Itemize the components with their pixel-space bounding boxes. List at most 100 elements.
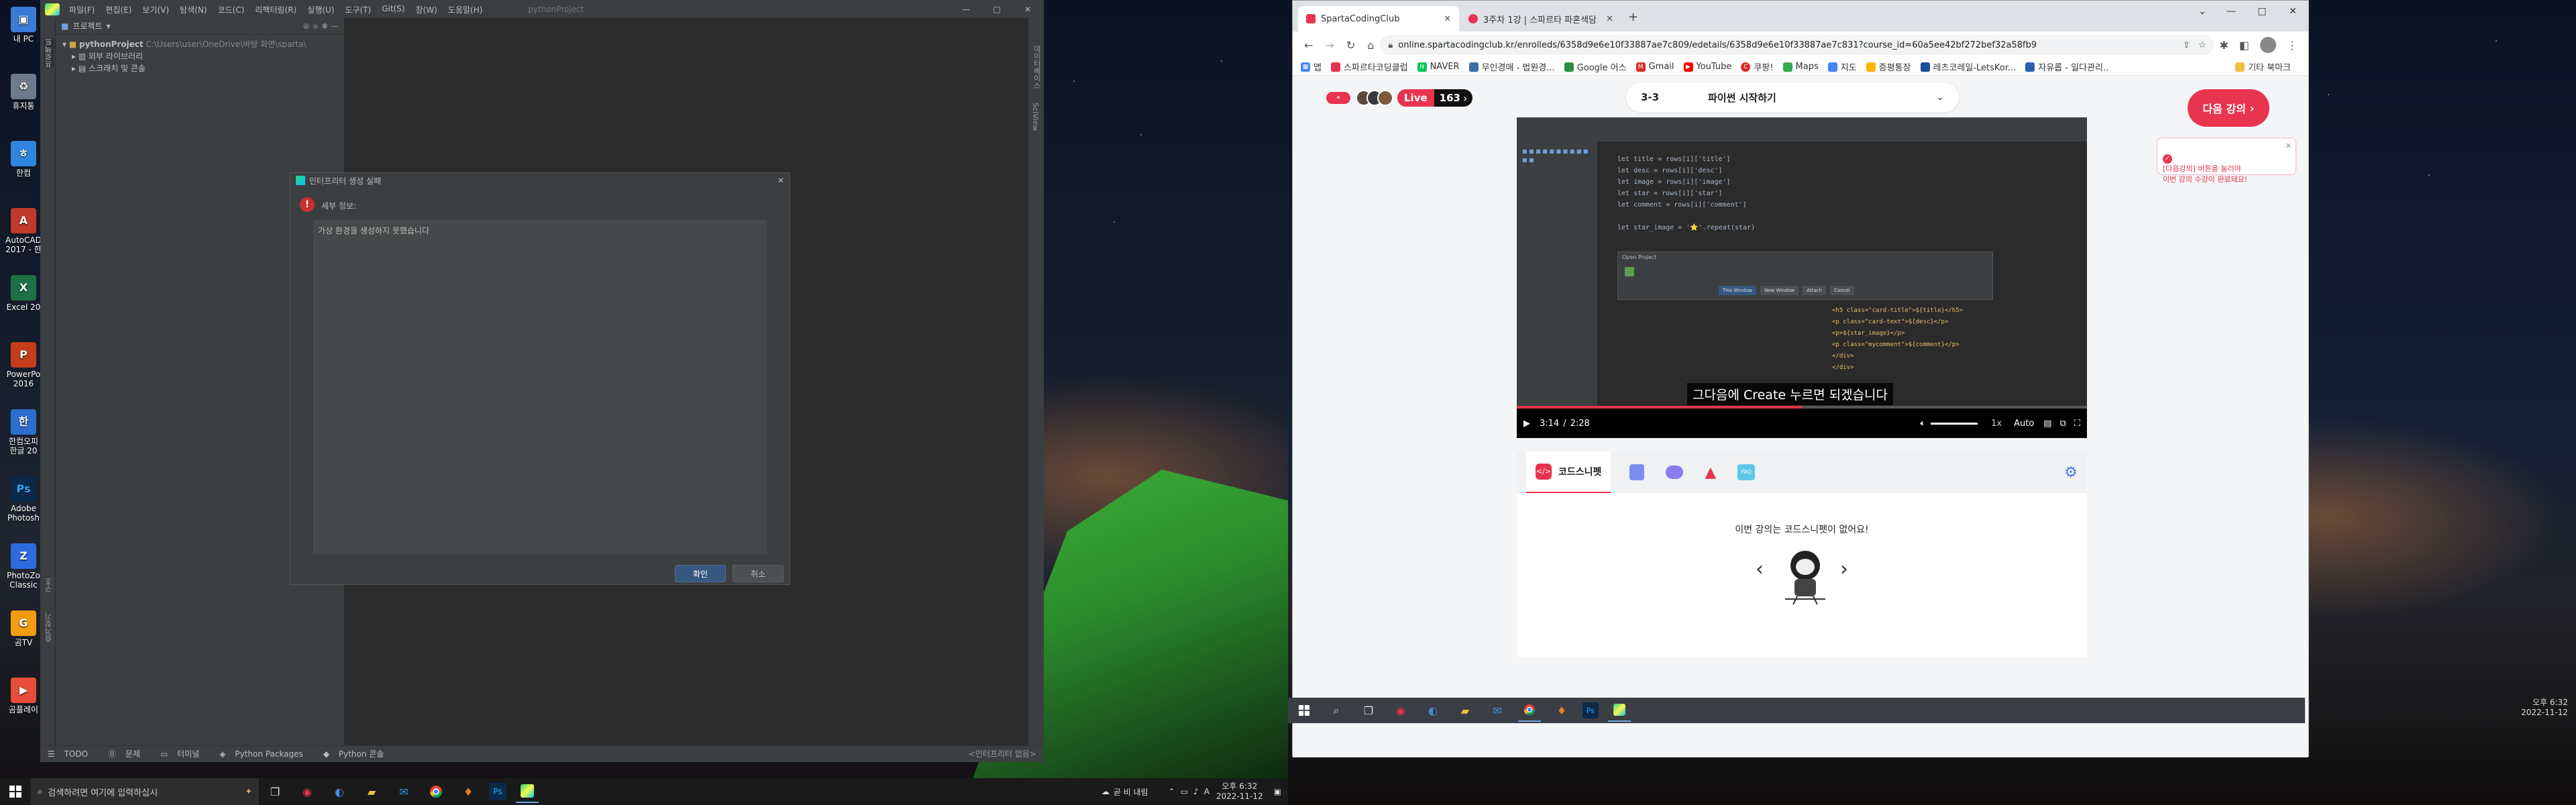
bookmark-star-icon[interactable]: ☆ [2198,40,2206,50]
menu-refactor[interactable]: 리팩터링(R) [255,4,297,15]
volume-icon[interactable]: ♪ [1193,787,1199,796]
mail-icon[interactable]: ✉ [392,780,415,803]
mail-icon[interactable]: ✉ [1486,699,1509,722]
new-tab-button[interactable]: + [1628,10,1638,24]
menu-file[interactable]: 파일(F) [69,4,95,15]
tree-item-libraries[interactable]: ▸ ▥ 외부 라이브러리 [62,50,337,62]
photoshop-taskbar-icon[interactable]: Ps [1582,702,1599,718]
tree-item-scratches[interactable]: ▸ ▤ 스크래치 및 콘솔 [62,62,337,74]
menu-tools[interactable]: 도구(T) [345,4,371,15]
cancel-button[interactable]: 취소 [733,565,784,582]
menu-window[interactable]: 창(W) [416,4,437,15]
network-icon[interactable]: ▭ [1181,787,1188,796]
menu-git[interactable]: Git(S) [382,4,405,15]
maximize-icon[interactable]: □ [2247,6,2277,17]
extensions-icon[interactable]: ✱ [2219,39,2228,52]
task-view-icon[interactable]: ❐ [1357,699,1380,722]
share-icon[interactable]: ⇪ [2183,40,2190,50]
speed-button[interactable]: 1x [1991,419,2002,429]
desktop-icon-8[interactable]: Z PhotoZo Classic [4,543,43,590]
menu-run[interactable]: 실행(U) [307,4,334,15]
menu-view[interactable]: 보기(V) [142,4,169,15]
forward-icon[interactable]: → [1325,39,1334,52]
close-icon[interactable]: ✕ [777,176,784,185]
quality-button[interactable]: Auto [2014,419,2034,429]
captions-icon[interactable]: ▤ [2043,419,2051,429]
desktop-icon-10[interactable]: ▶ 곰플레이 [4,678,43,714]
details-textarea[interactable]: 가상 환경을 생성하지 못했습니다 [313,220,767,554]
task-view-icon[interactable]: ❐ [264,780,286,803]
project-view-selector[interactable]: 프로젝트 [72,20,102,32]
spartacoding-icon[interactable]: ◉ [296,780,319,803]
ime-indicator[interactable]: A [1204,787,1210,796]
bookmark-1[interactable]: 스파르타코딩클럽 [1330,60,1408,73]
tree-root[interactable]: ▾ ■ pythonProject C:\Users\user\OneDrive… [62,38,337,50]
python-packages-tab[interactable]: ◈ Python Packages [219,749,309,759]
chevron-up-icon[interactable]: ⌃ [1169,787,1175,796]
close-icon[interactable]: ✕ [1012,5,1043,14]
edge-icon[interactable]: ◐ [328,780,351,803]
tab-favorites[interactable]: 즐겨찾기 [44,612,54,642]
desktop-icon-6[interactable]: 한 한컴오피 한글 20 [4,409,43,455]
spartacoding-icon[interactable]: ◉ [1389,699,1412,722]
bookmark-9[interactable]: 지도 [1827,60,1857,73]
problems-tab[interactable]: ⓪ 문제 [108,748,147,759]
edge-icon[interactable]: ◐ [1421,699,1444,722]
desktop-icon-3[interactable]: A AutoCAD 2017 - 한 [4,208,43,254]
next-lesson-button[interactable]: 다음 강의 › [2188,89,2269,127]
warning-icon[interactable]: ▲ [1705,464,1716,481]
bookmark-6[interactable]: ▶ YouTube [1683,62,1731,72]
play-icon[interactable]: ▶ [1523,419,1530,429]
tab-spartacodingclub[interactable]: SpartaCodingClub ✕ [1298,6,1459,32]
reload-icon[interactable]: ↻ [1346,39,1355,52]
desktop-icon-1[interactable]: ♻ 휴지통 [4,74,43,111]
pycharm-taskbar-icon[interactable] [516,780,539,803]
bookmark-10[interactable]: 증평통장 [1866,60,1911,73]
notes-icon[interactable] [1629,464,1645,480]
tab-lecture[interactable]: 3주차 1강 | 스파르타 파혼색담 ✕ [1460,6,1621,32]
bookmark-3[interactable]: 무인경매 - 법원경... [1468,60,1555,73]
tab-code-snippet[interactable]: </> 코드스니펫 [1526,451,1611,493]
back-icon[interactable]: ← [1304,39,1313,52]
tab-database[interactable]: 데이터베이스 [1031,45,1042,89]
notification-icon[interactable]: ▣ [1274,787,1281,796]
desktop-icon-0[interactable]: ▣ 내 PC [4,7,43,44]
chat-icon[interactable] [1666,466,1684,479]
panel-tools[interactable]: ⊕ ≑ ✱ — [303,21,339,31]
bookmark-7[interactable]: C 쿠팡! [1741,60,1774,73]
live-badge[interactable]: Live 163 › [1397,89,1473,107]
puzzle-icon[interactable]: ◧ [2239,39,2249,52]
menu-navigate[interactable]: 탐색(N) [180,4,207,15]
other-bookmarks[interactable]: 기타 북마크 [2235,60,2291,73]
chevron-down-icon[interactable]: ▾ [107,21,111,31]
ok-button[interactable]: 확인 [675,565,726,582]
photoshop-taskbar-icon[interactable]: Ps [489,783,506,800]
bookmark-2[interactable]: N NAVER [1417,62,1460,72]
right-clock[interactable]: 오후 6:32 2022-11-12 [2521,698,2568,718]
tab-structure[interactable]: 구조 [44,578,54,592]
tab-sciview[interactable]: SciView [1031,103,1040,131]
close-icon[interactable]: ✕ [2286,141,2292,152]
tab-project[interactable]: 프로젝트 [44,38,54,68]
close-icon[interactable]: ✕ [1606,14,1613,24]
pycharm-taskbar-icon[interactable] [1608,699,1631,722]
gear-icon[interactable]: ⚙ [2064,464,2078,481]
close-icon[interactable]: ✕ [1444,14,1451,24]
todo-tab[interactable]: ☰ TODO [48,749,95,759]
menu-edit[interactable]: 편집(E) [105,4,131,15]
desktop-icon-5[interactable]: P PowerPo 2016 [4,342,43,388]
chrome-icon[interactable] [425,780,447,803]
bookmark-12[interactable]: 자유롭 - 일다관리.. [2025,60,2108,73]
menu-help[interactable]: 도움말(H) [448,4,483,15]
bookmark-8[interactable]: Maps [1782,62,1819,72]
fullscreen-icon[interactable]: ⛶ [2074,419,2080,429]
bookmark-11[interactable]: 레츠코레일-LetsKor... [1920,60,2016,73]
app-icon[interactable]: ♦ [1550,699,1573,722]
file-explorer-icon[interactable]: ▰ [360,780,383,803]
home-icon[interactable]: ⌂ [1367,39,1374,52]
video-player[interactable]: ■ ■ ■ ■ ■ ■ ■ ■ ■ ■ ■ ■ let title = rows… [1517,117,2087,438]
file-explorer-icon[interactable]: ▰ [1454,699,1477,722]
pip-icon[interactable]: ⧉ [2060,419,2066,429]
terminal-tab[interactable]: ▭ 터미널 [160,748,206,759]
chevron-right-icon[interactable]: › [1840,557,1848,581]
